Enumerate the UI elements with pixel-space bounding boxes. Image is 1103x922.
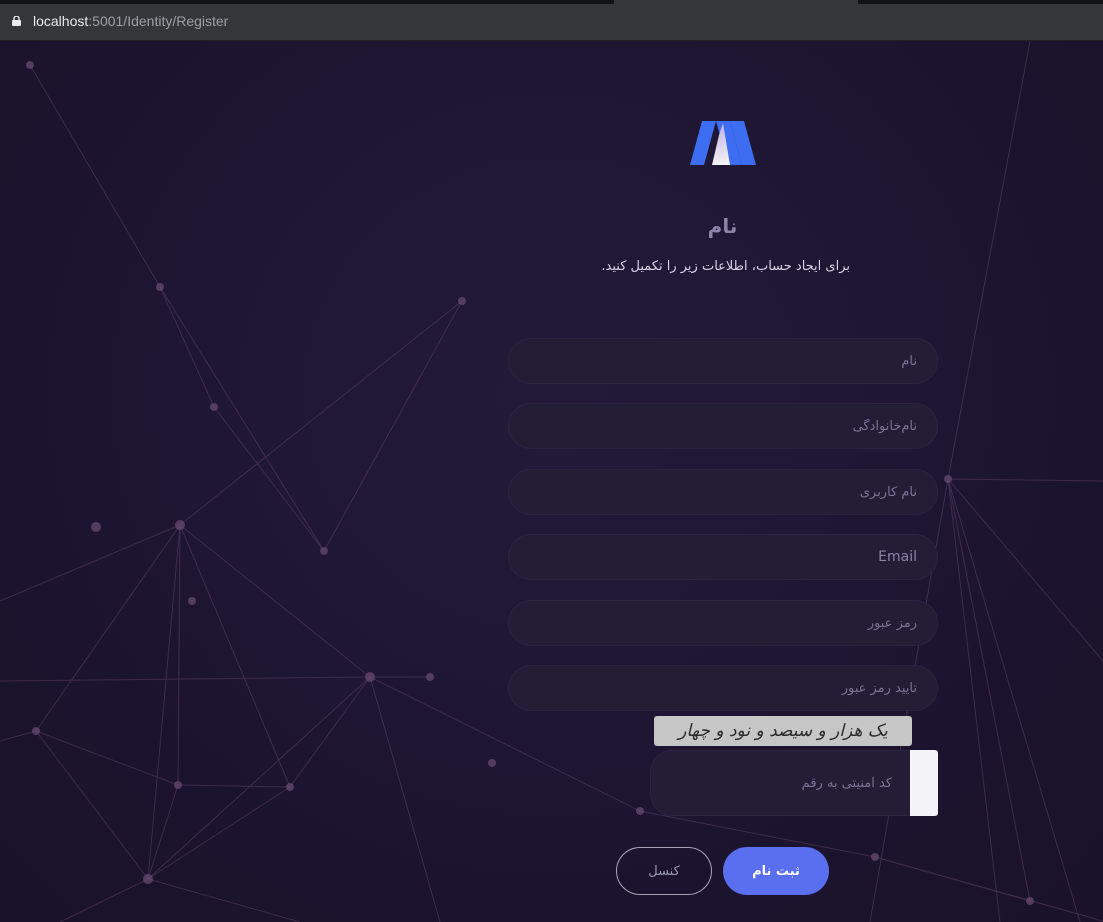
password-input[interactable] bbox=[508, 600, 938, 646]
captcha-text: یک هزار و سیصد و نود و چهار bbox=[678, 721, 888, 741]
captcha-refresh-area[interactable] bbox=[910, 750, 938, 816]
brand-logo bbox=[690, 121, 756, 165]
browser-address-bar[interactable]: localhost:5001/Identity/Register bbox=[0, 4, 1103, 41]
page-subtitle: برای ایجاد حساب، اطلاعات زیر را تکمیل کن… bbox=[601, 259, 850, 274]
captcha-image: یک هزار و سیصد و نود و چهار bbox=[654, 716, 912, 746]
cancel-button[interactable]: کنسل bbox=[616, 847, 712, 895]
last-name-input[interactable] bbox=[508, 403, 938, 449]
username-input[interactable] bbox=[508, 469, 938, 515]
confirm-password-input[interactable] bbox=[508, 665, 938, 711]
url-host: localhost bbox=[33, 13, 89, 29]
captcha-code-input[interactable] bbox=[650, 750, 910, 816]
email-input[interactable] bbox=[508, 534, 938, 580]
page-title: نام bbox=[707, 214, 738, 238]
url-path: :5001/Identity/Register bbox=[88, 13, 229, 29]
register-submit-button[interactable]: ثبت نام bbox=[723, 847, 829, 895]
lock-icon bbox=[12, 16, 21, 26]
first-name-input[interactable] bbox=[508, 338, 938, 384]
register-page: نام برای ایجاد حساب، اطلاعات زیر را تکمی… bbox=[0, 41, 1103, 922]
url-text[interactable]: localhost:5001/Identity/Register bbox=[33, 13, 228, 29]
